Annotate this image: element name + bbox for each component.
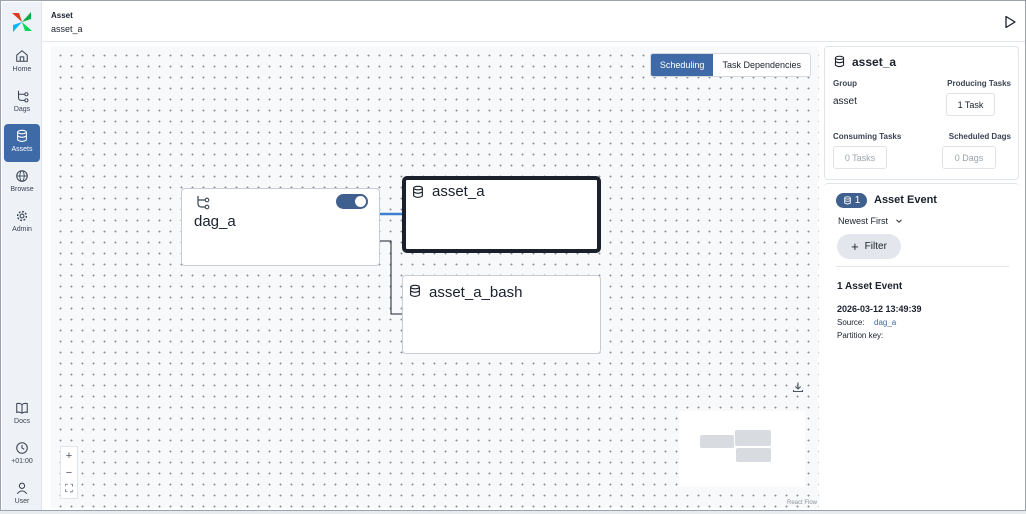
- event-source-link[interactable]: dag_a: [874, 318, 896, 327]
- sidebar-item-timezone[interactable]: +01:00: [4, 436, 40, 474]
- edge-dag-to-asset-bash: [380, 240, 402, 315]
- page-subtitle: asset_a: [51, 24, 83, 34]
- minimap[interactable]: [679, 411, 805, 487]
- database-icon: [17, 129, 27, 142]
- database-icon: [834, 55, 845, 68]
- globe-icon: [16, 170, 28, 182]
- sidebar-item-label: Home: [12, 66, 32, 73]
- consuming-tasks-label: Consuming Tasks: [833, 132, 902, 141]
- event-timestamp: 2026-03-12 13:49:39: [837, 304, 922, 314]
- asset-events-heading: Asset Event: [874, 194, 937, 206]
- events-list-title: 1 Asset Event: [837, 281, 903, 292]
- producing-tasks-button[interactable]: 1 Task: [946, 93, 995, 116]
- dag-node-label: dag_a: [194, 213, 236, 230]
- zoom-controls: + − ⛶: [60, 446, 78, 499]
- home-icon: [16, 50, 28, 62]
- chevron-down-icon: [896, 219, 902, 223]
- airflow-logo[interactable]: [10, 10, 34, 34]
- asset-node-label: asset_a: [432, 183, 485, 200]
- details-panel: asset_a Group asset Producing Tasks 1 Ta…: [824, 46, 1020, 508]
- sidebar-item-user[interactable]: User: [4, 476, 40, 514]
- sidebar-item-dags[interactable]: Dags: [4, 84, 40, 122]
- group-label: Group: [833, 79, 857, 88]
- dag-node[interactable]: dag_a: [181, 188, 380, 266]
- divider: [836, 266, 1009, 267]
- dags-icon: [197, 196, 210, 210]
- sidebar-item-label: Browse: [10, 186, 34, 193]
- gear-icon: [16, 210, 28, 222]
- event-count-badge: 1: [836, 193, 867, 208]
- clock-icon: [16, 442, 28, 454]
- zoom-in-button[interactable]: +: [61, 447, 77, 464]
- sidebar-item-label: Admin: [12, 226, 32, 233]
- sidebar-item-label: Docs: [14, 418, 30, 425]
- user-icon: [16, 482, 28, 495]
- database-icon: [843, 196, 851, 205]
- asset-node[interactable]: asset_a_bash: [402, 275, 601, 354]
- group-value: asset: [833, 96, 857, 107]
- sidebar-item-browse[interactable]: Browse: [4, 164, 40, 202]
- sidebar-item-docs[interactable]: Docs: [4, 396, 40, 434]
- minimap-node: [700, 435, 734, 448]
- filter-button[interactable]: + Filter: [837, 234, 901, 259]
- zoom-out-button[interactable]: −: [61, 464, 77, 481]
- page-header: Asset asset_a: [42, 2, 1025, 42]
- play-icon[interactable]: [1003, 15, 1017, 29]
- asset-node-selected[interactable]: asset_a: [402, 176, 601, 253]
- database-icon: [410, 284, 420, 298]
- sort-select[interactable]: Newest First: [838, 212, 926, 230]
- asset-name: asset_a: [852, 55, 897, 69]
- sidebar: Home Dags Assets Browse Admin Docs +01:0…: [2, 2, 42, 510]
- sidebar-item-label: User: [14, 498, 30, 505]
- event-partition-label: Partition key:: [837, 331, 884, 340]
- minimap-node: [735, 430, 771, 446]
- dag-pause-toggle[interactable]: [336, 194, 368, 209]
- sort-select-value: Newest First: [838, 216, 889, 226]
- graph-canvas[interactable]: Scheduling Task Dependencies dag_a asset…: [51, 46, 819, 508]
- sidebar-item-assets[interactable]: Assets: [4, 124, 40, 162]
- app-window: Home Dags Assets Browse Admin Docs +01:0…: [0, 0, 1026, 511]
- scheduled-dags-label: Scheduled Dags: [948, 132, 1011, 141]
- producing-tasks-label: Producing Tasks: [947, 79, 1011, 88]
- sidebar-item-label: +01:00: [11, 458, 33, 465]
- asset-events-card: 1 Asset Event Newest First + Filter 1 As…: [824, 183, 1019, 353]
- sidebar-item-admin[interactable]: Admin: [4, 204, 40, 242]
- download-icon[interactable]: [792, 381, 804, 393]
- page-title: Asset: [51, 11, 73, 20]
- sidebar-item-label: Assets: [11, 146, 33, 153]
- sidebar-item-home[interactable]: Home: [4, 44, 40, 82]
- book-icon: [16, 402, 28, 414]
- sidebar-item-label: Dags: [13, 106, 31, 113]
- fit-view-button[interactable]: ⛶: [61, 481, 77, 498]
- event-count: 1: [854, 195, 861, 206]
- plus-icon: +: [851, 239, 859, 254]
- dags-icon: [17, 90, 29, 103]
- react-flow-attribution[interactable]: React Flow: [787, 500, 817, 506]
- asset-info-card: asset_a Group asset Producing Tasks 1 Ta…: [824, 46, 1019, 180]
- event-source-label: Source:: [837, 318, 865, 327]
- minimap-node: [736, 448, 771, 462]
- consuming-tasks-button[interactable]: 0 Tasks: [833, 146, 887, 169]
- scheduled-dags-button[interactable]: 0 Dags: [942, 146, 996, 169]
- filter-label: Filter: [864, 241, 887, 252]
- database-icon: [413, 185, 423, 199]
- asset-node-label: asset_a_bash: [429, 284, 523, 301]
